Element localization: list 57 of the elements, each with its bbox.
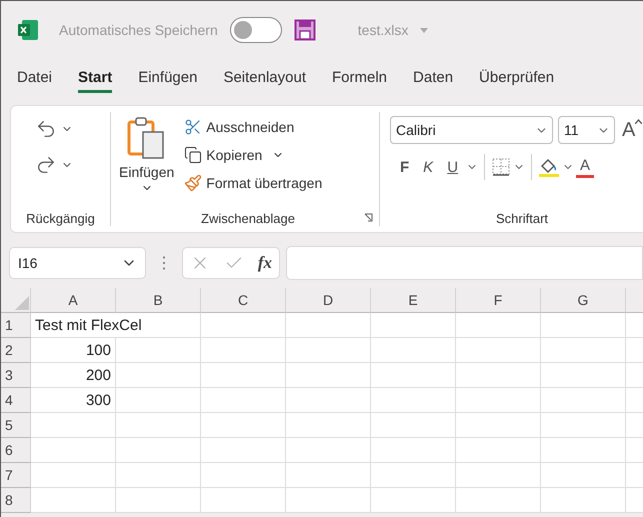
caret-icon: [635, 118, 642, 124]
column-header[interactable]: C: [201, 288, 286, 313]
row-header[interactable]: 8: [1, 488, 31, 513]
ribbon-tab[interactable]: Einfügen: [138, 65, 198, 93]
table-cell: 300: [31, 388, 116, 413]
row-header[interactable]: 2: [1, 338, 31, 363]
group-label: Schriftart: [496, 211, 548, 226]
row-header[interactable]: 5: [1, 413, 31, 438]
autosave-label: Automatisches Speichern: [59, 22, 218, 38]
column-header[interactable]: E: [371, 288, 456, 313]
copy-button[interactable]: Kopieren: [182, 144, 286, 166]
ribbon-tab[interactable]: Daten: [413, 65, 454, 93]
row-header[interactable]: 6: [1, 438, 31, 463]
undo-icon: [35, 118, 57, 140]
bold-button[interactable]: F: [394, 156, 416, 178]
column-header[interactable]: B: [116, 288, 201, 313]
borders-icon[interactable]: [491, 157, 512, 177]
row-header[interactable]: 1: [1, 313, 31, 338]
column-header[interactable]: D: [286, 288, 371, 313]
table-cell: 100: [31, 338, 116, 363]
ribbon-tab[interactable]: Überprüfen: [479, 65, 554, 93]
clipboard-icon: [126, 116, 167, 160]
ribbon-tab[interactable]: Seitenlayout: [223, 65, 306, 93]
row-header[interactable]: 3: [1, 363, 31, 388]
insert-function-button[interactable]: fx: [258, 253, 272, 273]
formula-field[interactable]: [286, 246, 643, 280]
spreadsheet-app-icon: [17, 19, 39, 41]
row-header[interactable]: 4: [1, 388, 31, 413]
grow-font-button[interactable]: A: [620, 118, 643, 142]
font-color-button[interactable]: A: [576, 156, 594, 178]
table-cell: 200: [31, 363, 116, 388]
paintbrush-icon: [184, 174, 202, 192]
name-box[interactable]: I16: [9, 247, 146, 279]
underline-button[interactable]: U: [441, 156, 464, 178]
cut-button[interactable]: Ausschneiden: [182, 116, 296, 138]
ribbon-tab[interactable]: Datei: [17, 65, 52, 93]
column-header[interactable]: G: [541, 288, 626, 313]
font-name-field[interactable]: Calibri: [390, 116, 553, 144]
group-label: Rückgängig: [26, 211, 95, 226]
save-icon[interactable]: [294, 19, 316, 41]
column-header[interactable]: F: [456, 288, 541, 313]
font-size-field[interactable]: 11: [558, 116, 615, 144]
copy-icon: [184, 146, 202, 164]
autosave-toggle[interactable]: [230, 17, 282, 43]
more-options[interactable]: ⋮: [152, 253, 176, 273]
table-cell: Test mit FlexCel: [31, 313, 201, 338]
ribbon-tab[interactable]: Start: [78, 65, 112, 93]
row-header[interactable]: 7: [1, 463, 31, 488]
column-header[interactable]: A: [31, 288, 116, 313]
format-painter-button[interactable]: Format übertragen: [182, 172, 324, 194]
scissors-icon: [184, 118, 202, 136]
italic-button[interactable]: K: [417, 156, 440, 178]
redo-icon: [35, 154, 57, 176]
ribbon-tab[interactable]: Formeln: [332, 65, 388, 93]
paste-button[interactable]: Einfügen: [117, 162, 176, 196]
dialog-launcher-icon[interactable]: [364, 213, 373, 222]
group-label: Zwischenablage: [201, 211, 295, 226]
